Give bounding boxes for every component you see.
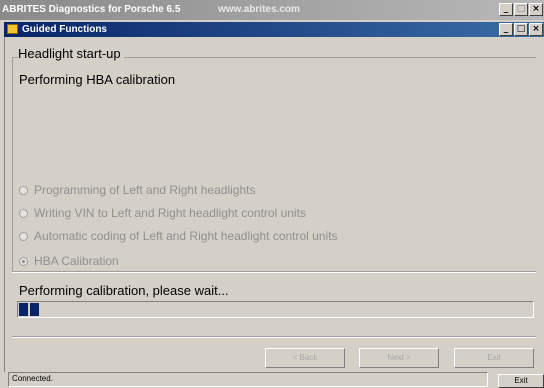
dialog-frame: [4, 37, 544, 373]
status-message: Performing calibration, please wait...: [19, 283, 229, 298]
app-close-button[interactable]: ×: [529, 3, 543, 16]
app-title: ABRITES Diagnostics for Porsche 6.5: [2, 4, 181, 15]
app-url: www.abrites.com: [218, 4, 300, 15]
dialog-title-bar: Guided Functions _ □ ×: [4, 22, 544, 37]
app-title-bar: ABRITES Diagnostics for Porsche 6.5 www.…: [0, 0, 544, 20]
app-exit-button[interactable]: Exit: [498, 374, 544, 388]
group-border-left: [12, 57, 13, 272]
exit-button[interactable]: Exit: [454, 348, 534, 368]
step-automatic-coding: Automatic coding of Left and Right headl…: [19, 229, 338, 243]
app-minimize-button[interactable]: _: [499, 3, 513, 16]
step-label: Writing VIN to Left and Right headlight …: [34, 206, 306, 220]
next-button[interactable]: Next >: [359, 348, 439, 368]
dialog-window-controls: _ □ ×: [499, 23, 543, 36]
app-icon: [7, 24, 18, 34]
group-border-top-right: [124, 57, 536, 58]
dialog-close-button[interactable]: ×: [529, 23, 543, 36]
step-label: Automatic coding of Left and Right headl…: [34, 229, 338, 243]
app-window-controls: _ □ ×: [499, 3, 543, 16]
radio-hba-calibration: [19, 256, 28, 266]
step-programming: Programming of Left and Right headlights: [19, 183, 255, 197]
status-bar: Connected. Exit: [0, 372, 544, 388]
radio-programming: [19, 185, 28, 195]
radio-writing-vin: [19, 208, 28, 218]
progress-block: [19, 303, 28, 316]
back-button[interactable]: < Back: [265, 348, 345, 368]
progress-block: [30, 303, 39, 316]
dialog-minimize-button[interactable]: _: [499, 23, 513, 36]
radio-automatic-coding: [19, 231, 28, 241]
operation-title: Performing HBA calibration: [19, 72, 176, 87]
separator-bottom: [12, 336, 536, 338]
progress-bar: [17, 301, 534, 318]
step-label: HBA Calibration: [34, 254, 119, 268]
step-writing-vin: Writing VIN to Left and Right headlight …: [19, 206, 306, 220]
app-maximize-button[interactable]: □: [514, 3, 528, 16]
dialog-maximize-button[interactable]: □: [514, 23, 528, 36]
separator-top: [12, 271, 536, 273]
dialog-title: Guided Functions: [22, 24, 107, 35]
step-hba-calibration: HBA Calibration: [19, 254, 119, 268]
group-title: Headlight start-up: [18, 46, 123, 61]
connection-status: Connected.: [8, 372, 488, 387]
progress-fill: [19, 303, 39, 316]
step-label: Programming of Left and Right headlights: [34, 183, 256, 197]
